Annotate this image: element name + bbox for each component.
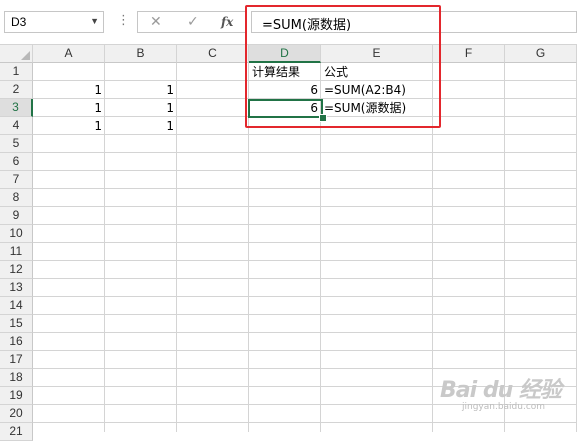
row-header-17[interactable]: 17 bbox=[0, 351, 33, 369]
row-header-16[interactable]: 16 bbox=[0, 333, 33, 351]
cell-b2[interactable]: 1 bbox=[105, 81, 177, 99]
cell-b3[interactable]: 1 bbox=[105, 99, 177, 117]
row-header-13[interactable]: 13 bbox=[0, 279, 33, 297]
insert-function-icon[interactable]: fx bbox=[221, 15, 233, 29]
row-header-10[interactable]: 10 bbox=[0, 225, 33, 243]
row-header-7[interactable]: 7 bbox=[0, 171, 33, 189]
confirm-icon[interactable]: ✓ bbox=[187, 13, 199, 30]
column-header-g[interactable]: G bbox=[505, 45, 577, 63]
row-header-21[interactable]: 21 bbox=[0, 423, 33, 441]
row-header-14[interactable]: 14 bbox=[0, 297, 33, 315]
row-header-15[interactable]: 15 bbox=[0, 315, 33, 333]
row-header-19[interactable]: 19 bbox=[0, 387, 33, 405]
select-all-button[interactable] bbox=[0, 45, 33, 63]
row-header-12[interactable]: 12 bbox=[0, 261, 33, 279]
select-all-triangle-icon bbox=[21, 51, 30, 60]
row-header-9[interactable]: 9 bbox=[0, 207, 33, 225]
watermark-url: jingyan.baidu.com bbox=[462, 402, 546, 412]
chevron-down-icon[interactable]: ▼ bbox=[90, 16, 99, 26]
cell-a4[interactable]: 1 bbox=[33, 117, 105, 135]
row-header-1[interactable]: 1 bbox=[0, 63, 33, 81]
row-header-11[interactable]: 11 bbox=[0, 243, 33, 261]
cell-a2[interactable]: 1 bbox=[33, 81, 105, 99]
column-header-f[interactable]: F bbox=[433, 45, 505, 63]
row-header-6[interactable]: 6 bbox=[0, 153, 33, 171]
column-header-b[interactable]: B bbox=[105, 45, 177, 63]
cell-b4[interactable]: 1 bbox=[105, 117, 177, 135]
annotation-highlight-box bbox=[245, 5, 441, 128]
watermark-logo: Bai du 经验 bbox=[440, 378, 562, 403]
watermark: Bai du 经验 jingyan.baidu.com bbox=[440, 372, 562, 412]
name-box-value: D3 bbox=[11, 15, 27, 29]
row-header-8[interactable]: 8 bbox=[0, 189, 33, 207]
name-box[interactable]: D3 ▼ bbox=[4, 11, 104, 33]
row-header-2[interactable]: 2 bbox=[0, 81, 33, 99]
row-header-4[interactable]: 4 bbox=[0, 117, 33, 135]
cell-a3[interactable]: 1 bbox=[33, 99, 105, 117]
cancel-icon[interactable]: ✕ bbox=[150, 13, 162, 30]
row-header-3[interactable]: 3 bbox=[0, 99, 33, 117]
row-header-18[interactable]: 18 bbox=[0, 369, 33, 387]
formula-buttons: ✕ ✓ fx bbox=[137, 11, 247, 33]
column-header-a[interactable]: A bbox=[33, 45, 105, 63]
column-header-c[interactable]: C bbox=[177, 45, 249, 63]
row-header-5[interactable]: 5 bbox=[0, 135, 33, 153]
more-options-icon[interactable]: ⋮ bbox=[117, 12, 130, 28]
row-header-20[interactable]: 20 bbox=[0, 405, 33, 423]
